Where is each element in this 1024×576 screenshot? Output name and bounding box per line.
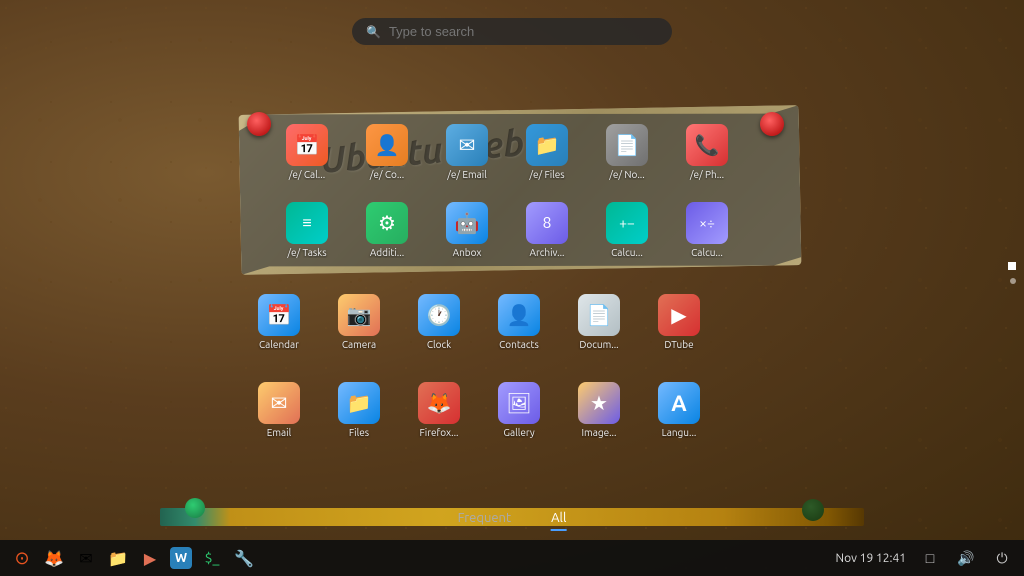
main-apps-row1: 📅 Calendar 📷 Camera 🕐 Clock 👤 Contacts 📄… xyxy=(240,290,718,354)
app-files-label: /e/ Files xyxy=(512,169,582,180)
taskbar: ⊙ 🦊 ✉ 📁 ▶ W $_ 🔧 Nov 19 12:41 □ 🔊 ⏻ xyxy=(0,540,1024,576)
app-firefox-label: Firefox... xyxy=(404,427,474,438)
main-apps-row2: ✉ Email 📁 Files 🦊 Firefox... 🖼 Gallery ★… xyxy=(240,378,718,442)
dot-indicator-2 xyxy=(1010,278,1016,284)
taskbar-right: Nov 19 12:41 □ 🔊 ⏻ xyxy=(836,546,1014,570)
app-docs-label: Docum... xyxy=(564,339,634,350)
taskbar-files-icon[interactable]: 📁 xyxy=(106,546,130,570)
app-phone-label: /e/ Ph... xyxy=(672,169,742,180)
tabs-bar: Frequent All xyxy=(458,511,567,531)
app-notes[interactable]: 📄 /e/ No... xyxy=(588,120,666,184)
taskbar-power-icon[interactable]: ⏻ xyxy=(990,546,1014,570)
app-lang[interactable]: A Langu... xyxy=(640,378,718,442)
app-docs[interactable]: 📄 Docum... xyxy=(560,290,638,354)
note-apps-row2: ≡ /e/ Tasks ⚙ Additi... 🤖 Anbox 8 Archiv… xyxy=(268,198,746,262)
taskbar-email-icon[interactable]: ✉ xyxy=(74,546,98,570)
app-calc1-label: Calcu... xyxy=(592,247,662,258)
app-files[interactable]: 📁 /e/ Files xyxy=(508,120,586,184)
app-email-label: /e/ Email xyxy=(432,169,502,180)
app-email2[interactable]: ✉ Email xyxy=(240,378,318,442)
taskbar-datetime: Nov 19 12:41 xyxy=(836,552,906,565)
taskbar-dtube-icon[interactable]: ▶ xyxy=(138,546,162,570)
app-calendar[interactable]: 📅 Calendar xyxy=(240,290,318,354)
app-tasks-label: /e/ Tasks xyxy=(272,247,342,258)
app-dtube[interactable]: ▶ DTube xyxy=(640,290,718,354)
taskbar-firefox-icon[interactable]: 🦊 xyxy=(42,546,66,570)
app-files2-label: Files xyxy=(324,427,394,438)
app-image[interactable]: ★ Image... xyxy=(560,378,638,442)
app-cal-label: /e/ Cal... xyxy=(272,169,342,180)
tab-all[interactable]: All xyxy=(551,511,566,531)
app-clock-label: Clock xyxy=(404,339,474,350)
pin-top-left xyxy=(247,112,271,136)
app-email2-label: Email xyxy=(244,427,314,438)
app-addons[interactable]: ⚙ Additi... xyxy=(348,198,426,262)
app-firefox[interactable]: 🦊 Firefox... xyxy=(400,378,478,442)
app-anbox[interactable]: 🤖 Anbox xyxy=(428,198,506,262)
taskbar-left: ⊙ 🦊 ✉ 📁 ▶ W $_ 🔧 xyxy=(10,546,836,570)
app-contacts-label: /e/ Co... xyxy=(352,169,422,180)
note-apps-row1: 📅 /e/ Cal... 👤 /e/ Co... ✉ /e/ Email 📁 /… xyxy=(268,120,746,184)
app-addons-label: Additi... xyxy=(352,247,422,258)
app-anbox-label: Anbox xyxy=(432,247,502,258)
app-contacts[interactable]: 👤 /e/ Co... xyxy=(348,120,426,184)
app-calc1[interactable]: +− Calcu... xyxy=(588,198,666,262)
app-camera[interactable]: 📷 Camera xyxy=(320,290,398,354)
taskbar-screen-icon[interactable]: □ xyxy=(918,546,942,570)
app-calc2[interactable]: ×÷ Calcu... xyxy=(668,198,746,262)
app-email[interactable]: ✉ /e/ Email xyxy=(428,120,506,184)
taskbar-volume-icon[interactable]: 🔊 xyxy=(954,546,978,570)
app-files2[interactable]: 📁 Files xyxy=(320,378,398,442)
green-dot-left xyxy=(185,498,205,518)
dot-indicator-1 xyxy=(1008,262,1016,270)
pin-top-right xyxy=(760,112,784,136)
app-tasks[interactable]: ≡ /e/ Tasks xyxy=(268,198,346,262)
taskbar-terminal-icon[interactable]: $_ xyxy=(200,546,224,570)
search-bar[interactable]: 🔍 xyxy=(352,18,672,45)
app-image-label: Image... xyxy=(564,427,634,438)
taskbar-tools-icon[interactable]: 🔧 xyxy=(232,546,256,570)
app-archive[interactable]: 8 Archiv... xyxy=(508,198,586,262)
app-gallery[interactable]: 🖼 Gallery xyxy=(480,378,558,442)
taskbar-word-icon[interactable]: W xyxy=(170,547,192,569)
app-contacts2-label: Contacts xyxy=(484,339,554,350)
app-cal[interactable]: 📅 /e/ Cal... xyxy=(268,120,346,184)
tab-frequent[interactable]: Frequent xyxy=(458,511,511,531)
app-phone[interactable]: 📞 /e/ Ph... xyxy=(668,120,746,184)
search-icon: 🔍 xyxy=(366,25,381,39)
app-notes-label: /e/ No... xyxy=(592,169,662,180)
app-lang-label: Langu... xyxy=(644,427,714,438)
app-clock[interactable]: 🕐 Clock xyxy=(400,290,478,354)
app-gallery-label: Gallery xyxy=(484,427,554,438)
taskbar-ubuntu-icon[interactable]: ⊙ xyxy=(10,546,34,570)
green-dot-right xyxy=(802,499,824,521)
app-archive-label: Archiv... xyxy=(512,247,582,258)
app-dtube-label: DTube xyxy=(644,339,714,350)
desktop: 🔍 Ubuntu Web 📅 /e/ Cal... 👤 /e/ Co... ✉ … xyxy=(0,0,1024,576)
app-calc2-label: Calcu... xyxy=(672,247,742,258)
search-input[interactable] xyxy=(389,24,649,39)
app-calendar-label: Calendar xyxy=(244,339,314,350)
app-camera-label: Camera xyxy=(324,339,394,350)
app-contacts2[interactable]: 👤 Contacts xyxy=(480,290,558,354)
